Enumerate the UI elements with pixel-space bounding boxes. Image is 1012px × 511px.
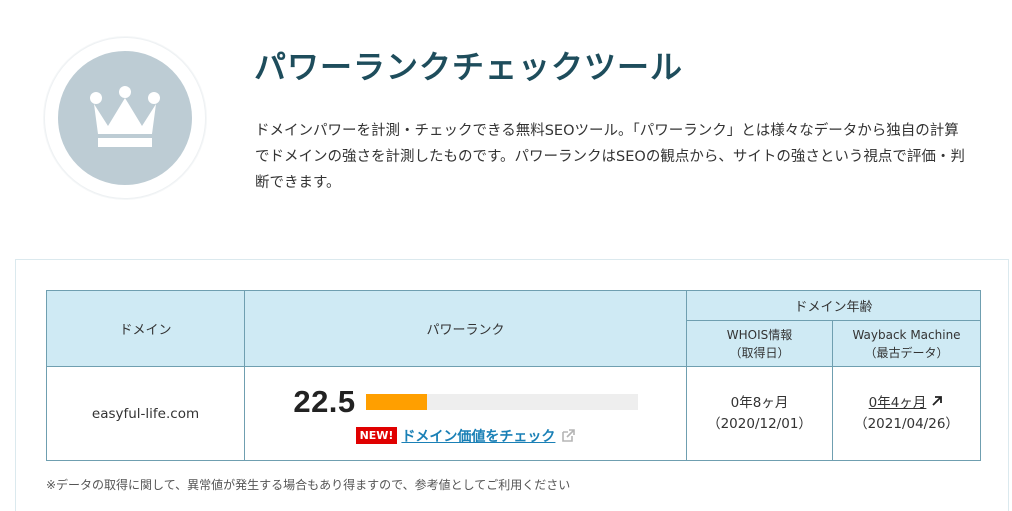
check-row: NEW! ドメイン価値をチェック bbox=[245, 426, 686, 446]
domain-value-check-link[interactable]: ドメイン価値をチェック bbox=[401, 426, 555, 446]
table-row: easyful-life.com 22.5 NEW! ドメイン価値をチェック 0… bbox=[46, 366, 982, 461]
power-rank-cell: 22.5 NEW! ドメイン価値をチェック bbox=[244, 366, 687, 461]
rank-bar-track bbox=[365, 393, 638, 410]
whois-age: 0年8ヶ月 bbox=[730, 394, 789, 411]
rank-row: 22.5 bbox=[245, 384, 686, 420]
rank-value: 22.5 bbox=[293, 383, 356, 419]
header-domain: ドメイン bbox=[46, 290, 245, 367]
new-badge: NEW! bbox=[355, 427, 398, 444]
rank-bar-fill bbox=[365, 393, 427, 410]
power-rank-table: ドメイン パワーランク ドメイン年齢 WHOIS情報 （取得日） Wayback… bbox=[46, 290, 982, 461]
header-whois-line1: WHOIS情報 bbox=[726, 327, 793, 342]
header-whois-line2: （取得日） bbox=[729, 345, 790, 360]
header-wayback-line1: Wayback Machine bbox=[852, 327, 961, 342]
page-description: ドメインパワーを計測・チェックできる無料SEOツール。「パワーランク」とは様々な… bbox=[255, 123, 965, 191]
wayback-date: （2021/04/26） bbox=[854, 415, 959, 432]
crown-icon bbox=[90, 86, 160, 147]
whois-cell: 0年8ヶ月 （2020/12/01） bbox=[686, 366, 833, 461]
header-domain-age: ドメイン年齢 bbox=[685, 290, 982, 321]
header-wayback: Wayback Machine （最古データ） bbox=[831, 320, 982, 367]
external-link-icon[interactable] bbox=[561, 428, 576, 443]
domain-cell: easyful-life.com bbox=[46, 366, 245, 461]
header-power-rank: パワーランク bbox=[244, 290, 687, 367]
whois-date: （2020/12/01） bbox=[707, 415, 812, 432]
hero-icon-circle bbox=[58, 51, 192, 185]
footnote: ※データの取得に関して、異常値が発生する場合もあり得ますので、参考値としてご利用… bbox=[46, 478, 571, 492]
header-wayback-line2: （最古データ） bbox=[864, 345, 949, 360]
arrow-up-right-icon[interactable] bbox=[930, 394, 944, 408]
wayback-age-link[interactable]: 0年4ヶ月 bbox=[869, 395, 927, 411]
wayback-cell: 0年4ヶ月 （2021/04/26） bbox=[831, 366, 982, 461]
page-title: パワーランクチェックツール bbox=[254, 48, 684, 86]
header-whois: WHOIS情報 （取得日） bbox=[686, 320, 833, 367]
